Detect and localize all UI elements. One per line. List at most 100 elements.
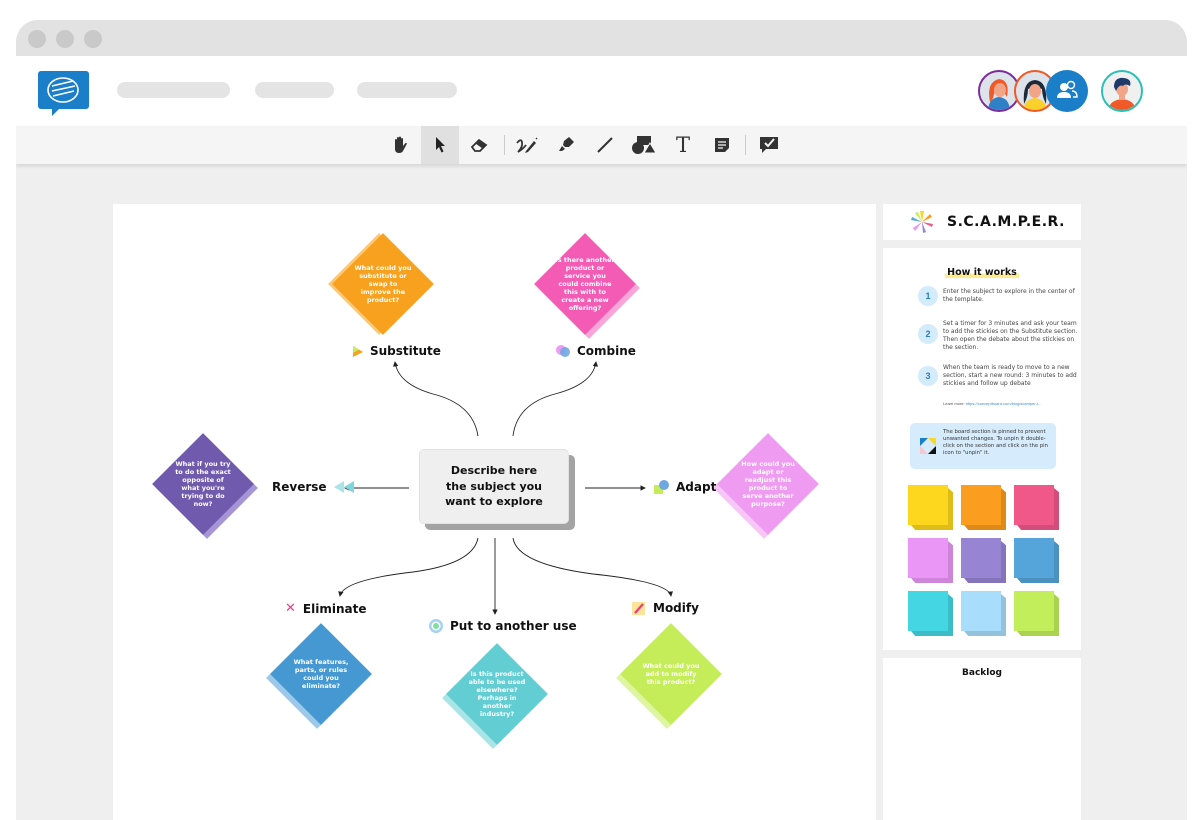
sticky-note-tool[interactable] xyxy=(703,126,741,164)
text-tool[interactable]: T xyxy=(664,126,702,164)
target-icon xyxy=(429,619,443,633)
combine-question-diamond[interactable]: Is there another product or service you … xyxy=(534,233,640,339)
comment-check-icon xyxy=(760,137,778,153)
reverse-label: Reverse xyxy=(272,480,354,494)
step-2-text: Set a timer for 3 minutes and ask your t… xyxy=(943,320,1078,352)
put-to-another-use-question-diamond[interactable]: Is this product able to be used elsewher… xyxy=(442,643,548,749)
combine-question-text: Is there another product or service you … xyxy=(555,255,615,313)
shapes-tool[interactable] xyxy=(625,126,663,164)
step-1-text: Enter the subject to explore in the cent… xyxy=(943,288,1075,304)
nav-placeholder-1[interactable] xyxy=(117,82,230,98)
browser-window: T Describe here the subject you want to … xyxy=(16,20,1187,820)
sticky-note-swatch[interactable] xyxy=(961,485,1006,530)
center-subject-card[interactable]: Describe here the subject you want to ex… xyxy=(419,449,575,530)
window-minimize-dot[interactable] xyxy=(56,30,74,48)
adapt-label-text: Adapt xyxy=(676,480,717,494)
reverse-label-text: Reverse xyxy=(272,480,327,494)
sticky-note-swatch[interactable] xyxy=(908,538,953,583)
eliminate-label-text: Eliminate xyxy=(302,601,367,616)
learn-more-link[interactable]: https://conceptboard.com/blog/scamper-t.… xyxy=(966,401,1042,406)
reverse-question-diamond[interactable]: What if you try to do the exact opposite… xyxy=(152,433,258,539)
shapes-icon xyxy=(632,136,657,154)
eliminate-icon: ✕ xyxy=(285,601,296,616)
substitute-icon xyxy=(353,345,363,357)
highlighter-icon xyxy=(559,137,574,151)
learn-more-label: Learn more: xyxy=(943,401,965,406)
modify-label: Modify xyxy=(632,601,699,615)
arrow-to-substitute xyxy=(392,361,479,437)
adapt-icon xyxy=(654,480,669,494)
nav-placeholder-2[interactable] xyxy=(255,82,334,98)
reverse-icon xyxy=(333,481,354,493)
sticky-note-swatch[interactable] xyxy=(1014,485,1059,530)
sticky-note-swatch[interactable] xyxy=(908,591,953,636)
combine-label: Combine xyxy=(556,344,636,358)
eraser-icon xyxy=(470,138,488,152)
logo-speech-tail xyxy=(52,108,68,116)
eraser-tool[interactable] xyxy=(460,126,498,164)
highlighter-tool[interactable] xyxy=(547,126,585,164)
window-maximize-dot[interactable] xyxy=(84,30,102,48)
eliminate-question-diamond[interactable]: What features, parts, or rules could you… xyxy=(266,623,372,729)
board-canvas[interactable]: Describe here the subject you want to ex… xyxy=(113,204,876,820)
sticky-note-swatch[interactable] xyxy=(1014,591,1059,636)
window-close-dot[interactable] xyxy=(28,30,46,48)
combine-icon xyxy=(556,345,570,357)
scamper-pinwheel-icon xyxy=(911,211,933,233)
scamper-title: S.C.A.M.P.E.R. xyxy=(947,214,1065,230)
adapt-label: Adapt xyxy=(654,480,716,494)
pencil-icon xyxy=(632,601,645,615)
modify-question-diamond[interactable]: What could you add to modify this produc… xyxy=(616,623,722,729)
hand-tool[interactable] xyxy=(382,126,420,164)
sticky-note-swatch[interactable] xyxy=(961,591,1006,636)
sticky-note-swatch[interactable] xyxy=(961,538,1006,583)
adapt-question-diamond[interactable]: How could you adapt or readjust this pro… xyxy=(713,433,819,539)
adapt-question-text: How could you adapt or readjust this pro… xyxy=(741,459,795,509)
step-1-badge: 1 xyxy=(918,286,938,306)
sticky-note-swatch[interactable] xyxy=(908,485,953,530)
how-it-works-card: How it works 1 Enter the subject to expl… xyxy=(883,248,1081,650)
scamper-title-card: S.C.A.M.P.E.R. xyxy=(883,204,1081,240)
modify-label-text: Modify xyxy=(653,601,699,615)
sticky-note-swatch[interactable] xyxy=(1014,538,1059,583)
learn-more-row: Learn more: https://conceptboard.com/blo… xyxy=(943,401,1042,406)
pen-icon xyxy=(516,137,538,153)
substitute-label-text: Substitute xyxy=(370,344,441,358)
hand-icon xyxy=(395,136,407,153)
arrow-to-combine xyxy=(512,361,599,437)
backlog-card: Backlog xyxy=(883,658,1081,820)
pen-tool[interactable] xyxy=(508,126,546,164)
avatar-group-users[interactable] xyxy=(1046,70,1088,112)
step-2-badge: 2 xyxy=(918,324,938,344)
sticky-note-palette xyxy=(908,485,1068,645)
put-to-another-use-label: Put to another use xyxy=(429,619,577,633)
substitute-question-diamond[interactable]: What could you substitute or swap to imp… xyxy=(328,233,434,335)
substitute-label: Substitute xyxy=(353,344,441,358)
select-tool[interactable] xyxy=(421,126,459,164)
reverse-question-text: What if you try to do the exact opposite… xyxy=(175,459,231,509)
modify-question-text: What could you add to modify this produc… xyxy=(642,661,700,687)
conceptboard-logo-icon[interactable] xyxy=(38,71,89,109)
nav-placeholder-3[interactable] xyxy=(357,82,457,98)
cursor-icon xyxy=(436,137,445,153)
pin-notice-icon xyxy=(920,438,936,454)
center-subject-text[interactable]: Describe here the subject you want to ex… xyxy=(442,463,546,509)
step-3-badge: 3 xyxy=(918,366,938,386)
backlog-title: Backlog xyxy=(962,668,1002,678)
combine-label-text: Combine xyxy=(577,344,636,358)
put-to-another-use-label-text: Put to another use xyxy=(450,619,577,633)
substitute-question-text: What could you substitute or swap to imp… xyxy=(354,263,412,305)
app-header xyxy=(16,56,1187,126)
avatar-user-man[interactable] xyxy=(1101,70,1143,112)
sticky-note-icon xyxy=(715,138,729,152)
put-to-another-use-question-text: Is this product able to be used elsewher… xyxy=(468,669,526,719)
how-it-works-heading: How it works xyxy=(945,267,1019,278)
line-icon xyxy=(597,137,613,153)
window-titlebar xyxy=(16,20,1187,56)
review-tool[interactable] xyxy=(750,126,788,164)
line-tool[interactable] xyxy=(586,126,624,164)
drawing-toolbar: T xyxy=(16,126,1187,164)
toolbar-separator xyxy=(745,135,746,155)
arrow-to-eliminate xyxy=(338,537,479,597)
toolbar-separator xyxy=(504,135,505,155)
